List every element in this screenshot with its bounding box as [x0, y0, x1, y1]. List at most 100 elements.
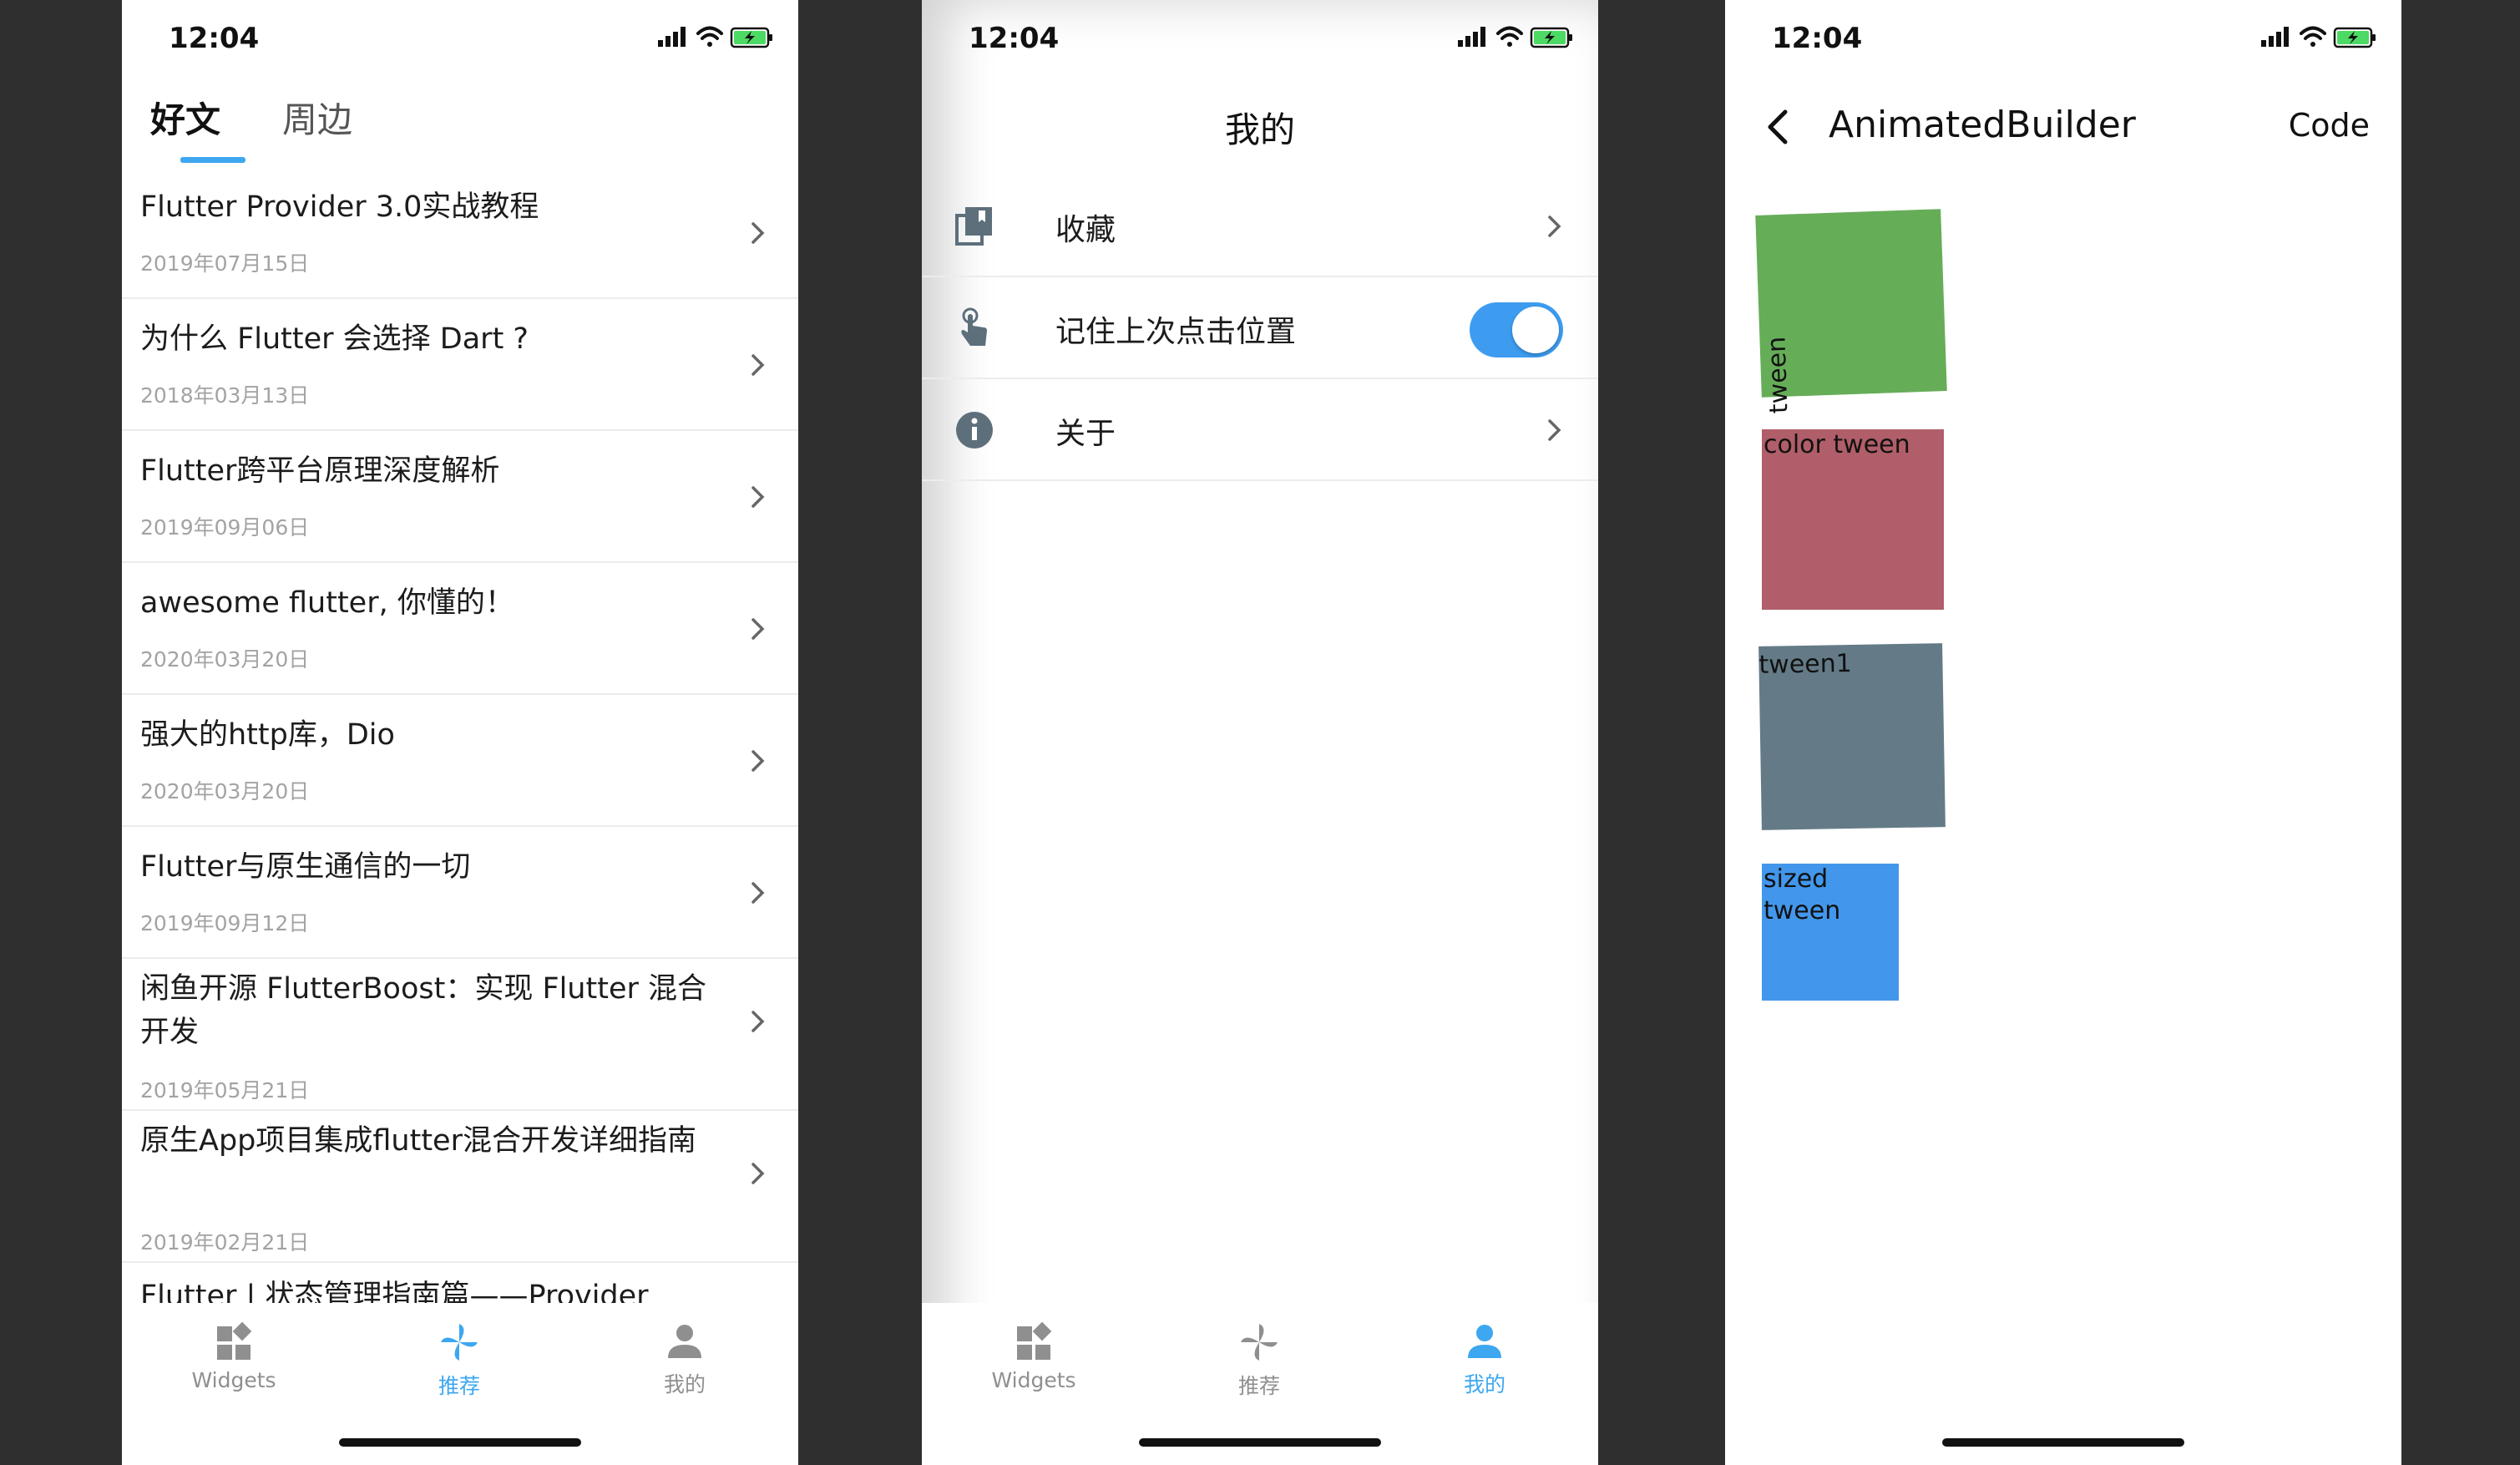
sized-tween-box-label: sized tween [1763, 864, 1841, 925]
article-date: 2019年09月06日 [140, 515, 310, 540]
article-date: 2019年07月15日 [140, 251, 310, 276]
status-time: 12:04 [169, 22, 260, 55]
settings-list: 收藏 记住上次点击位置 关于 [922, 175, 1598, 481]
status-icons [1458, 23, 1575, 53]
article-title: 原生App项目集成flutter混合开发详细指南 [140, 1124, 696, 1158]
status-bar: 12:04 [922, 0, 1598, 75]
settings-row-remember-position: 记住上次点击位置 [922, 277, 1598, 379]
tween1-box-label: tween1 [1758, 648, 1853, 680]
list-item[interactable]: awesome flutter, 你懂的！ 2020年03月20日 [122, 563, 798, 695]
signal-icon [2261, 27, 2289, 47]
status-time: 12:04 [969, 22, 1060, 55]
article-title: 闲鱼开源 FlutterBoost：实现 Flutter 混合开发 [140, 972, 706, 1049]
battery-icon [730, 27, 772, 48]
article-title: awesome flutter, 你懂的！ [140, 586, 514, 620]
status-bar: 12:04 [1725, 0, 2401, 75]
settings-label: 收藏 [1055, 213, 1116, 247]
bottom-nav: Widgets 推荐 我的 [922, 1303, 1598, 1465]
list-item[interactable]: Flutter跨平台原理深度解析 2019年09月06日 [122, 431, 798, 563]
nav-widgets-label: Widgets [191, 1368, 276, 1392]
article-date: 2019年05月21日 [140, 1078, 310, 1103]
back-arrow-icon[interactable] [1762, 107, 1795, 147]
home-indicator [339, 1438, 581, 1447]
article-title: 为什么 Flutter 会选择 Dart ? [140, 322, 529, 356]
wifi-icon [2300, 26, 2326, 47]
article-date: 2020年03月20日 [140, 647, 310, 672]
tab-nearby[interactable]: 周边 [282, 92, 352, 143]
article-date: 2019年09月12日 [140, 911, 310, 935]
pinwheel-icon [441, 1324, 478, 1361]
wifi-icon [696, 26, 723, 47]
wifi-icon [1496, 26, 1523, 47]
battery-icon [1530, 27, 1572, 48]
article-title: 强大的http库，Dio [140, 718, 395, 752]
list-item[interactable]: 闲鱼开源 FlutterBoost：实现 Flutter 混合开发 2019年0… [122, 959, 798, 1111]
article-title: Flutter Provider 3.0实战教程 [140, 190, 539, 224]
person-icon [1468, 1325, 1501, 1358]
person-icon [668, 1325, 701, 1358]
nav-mine-label: 我的 [1463, 1372, 1505, 1397]
chevron-right-icon [1548, 419, 1561, 441]
page-title: 我的 [1224, 109, 1295, 150]
nav-widgets-label: Widgets [991, 1368, 1076, 1392]
settings-row-favorites[interactable]: 收藏 [922, 175, 1598, 277]
nav-mine[interactable]: 我的 [1401, 1321, 1568, 1398]
tab-articles[interactable]: 好文 [150, 92, 220, 143]
article-date: 2020年03月20日 [140, 779, 310, 803]
settings-row-about[interactable]: 关于 [922, 379, 1598, 481]
chevron-right-icon [751, 618, 765, 640]
touch-icon [961, 307, 987, 346]
chevron-right-icon [751, 486, 765, 508]
article-date: 2018年03月13日 [140, 383, 310, 408]
status-time: 12:04 [1772, 22, 1863, 55]
info-icon [956, 412, 993, 449]
article-title: Flutter | 状态管理指南篇——Provider [140, 1280, 649, 1303]
chevron-right-icon [1548, 215, 1561, 237]
chevron-right-icon [751, 1163, 765, 1184]
chevron-right-icon [751, 354, 765, 376]
chevron-right-icon [751, 222, 765, 244]
app-bar: AnimatedBuilder Code [1725, 84, 2401, 167]
nav-mine[interactable]: 我的 [601, 1321, 768, 1398]
phone-articles: 12:04 好文 周边 Flutter Provider 3.0实战教程 201… [122, 0, 798, 1465]
nav-widgets[interactable]: Widgets [150, 1321, 317, 1392]
tween-box: tween [1755, 209, 1947, 414]
list-item[interactable]: Flutter | 状态管理指南篇——Provider [122, 1263, 798, 1303]
remember-toggle[interactable] [1470, 302, 1563, 357]
home-indicator [1139, 1438, 1381, 1447]
nav-recommend-label: 推荐 [438, 1374, 480, 1398]
collections-icon [955, 207, 992, 246]
signal-icon [1458, 27, 1485, 47]
status-icons [658, 23, 775, 53]
article-date: 2019年02月21日 [140, 1230, 310, 1255]
settings-label: 关于 [1055, 417, 1116, 451]
article-title: Flutter与原生通信的一切 [140, 850, 471, 884]
phone-mine: 12:04 我的 收藏 记住上次点击位置 关于 Widgets 推荐 我的 [922, 0, 1598, 1465]
list-item[interactable]: 为什么 Flutter 会选择 Dart ? 2018年03月13日 [122, 299, 798, 431]
tab-indicator [180, 157, 245, 163]
settings-label: 记住上次点击位置 [1055, 315, 1297, 349]
widgets-icon [1017, 1321, 1052, 1360]
chevron-right-icon [751, 750, 765, 772]
page-title: AnimatedBuilder [1829, 104, 2136, 146]
list-item[interactable]: Flutter与原生通信的一切 2019年09月12日 [122, 827, 798, 959]
sized-tween-box: sized tween [1762, 864, 1899, 1001]
list-item[interactable]: Flutter Provider 3.0实战教程 2019年07月15日 [122, 167, 798, 299]
tween-box-label: tween [1762, 336, 1794, 414]
article-list[interactable]: Flutter Provider 3.0实战教程 2019年07月15日 为什么… [122, 167, 798, 1303]
article-title: Flutter跨平台原理深度解析 [140, 454, 500, 488]
nav-recommend[interactable]: 推荐 [1176, 1321, 1343, 1400]
code-button[interactable]: Code [2289, 107, 2370, 144]
status-bar: 12:04 [122, 0, 798, 75]
nav-recommend[interactable]: 推荐 [376, 1321, 543, 1400]
color-tween-box: color tween [1762, 429, 1944, 610]
list-item[interactable]: 强大的http库，Dio 2020年03月20日 [122, 695, 798, 827]
nav-widgets[interactable]: Widgets [950, 1321, 1117, 1392]
bottom-nav: Widgets 推荐 我的 [122, 1303, 798, 1465]
color-tween-box-label: color tween [1763, 430, 1910, 459]
home-indicator [1942, 1438, 2184, 1447]
nav-mine-label: 我的 [663, 1372, 706, 1397]
battery-icon [2333, 27, 2376, 48]
list-item[interactable]: 原生App项目集成flutter混合开发详细指南 2019年02月21日 [122, 1111, 798, 1263]
chevron-right-icon [751, 1011, 765, 1032]
